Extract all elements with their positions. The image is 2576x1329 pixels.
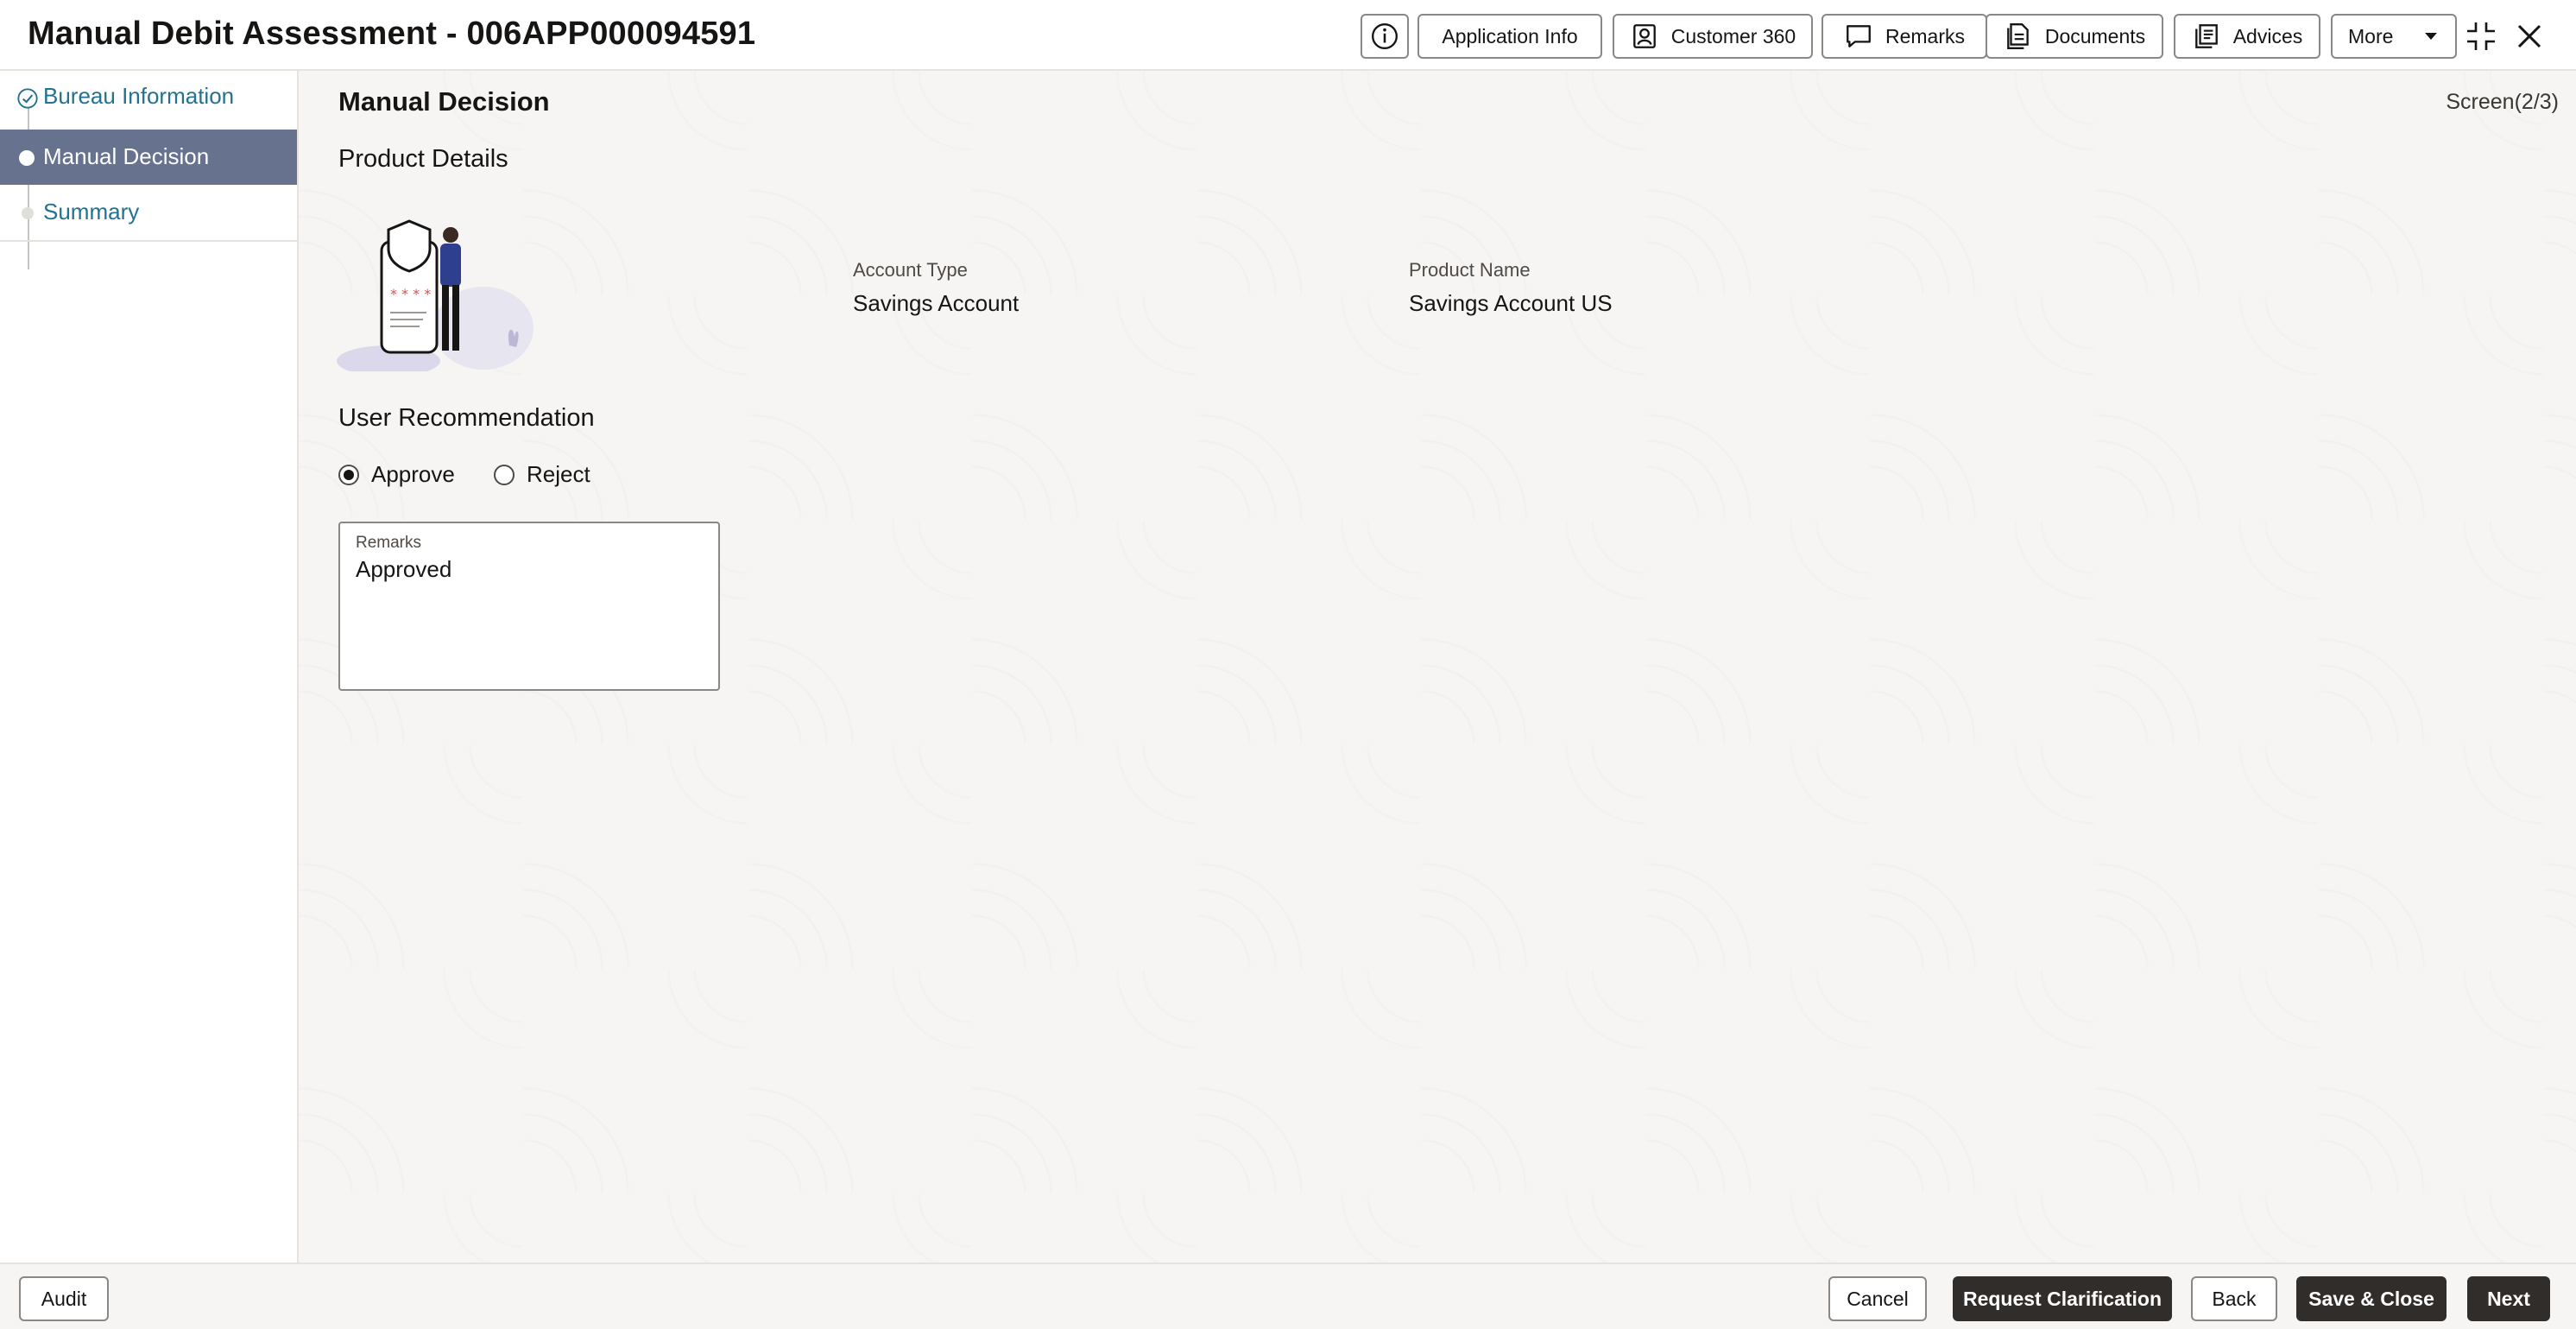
- info-button[interactable]: [1361, 14, 1409, 59]
- radio-selected-icon: [338, 464, 359, 485]
- audit-button[interactable]: Audit: [19, 1276, 109, 1321]
- approve-label: Approve: [371, 461, 455, 487]
- application-info-button[interactable]: Application Info: [1417, 14, 1602, 59]
- product-details-heading: Product Details: [338, 145, 508, 173]
- user-card-icon: [1632, 24, 1656, 48]
- header: Manual Debit Assessment - 006APP00009459…: [0, 0, 2576, 71]
- reject-label: Reject: [527, 461, 590, 487]
- remarks-button[interactable]: Remarks: [1822, 14, 1987, 59]
- customer-360-button[interactable]: Customer 360: [1613, 14, 1813, 59]
- document-icon: [2006, 23, 2029, 49]
- sidebar-item-label: Manual Decision: [43, 143, 210, 169]
- caret-down-icon: [2425, 33, 2437, 40]
- chat-bubble-icon: [1847, 25, 1871, 47]
- sidebar-divider: [0, 240, 297, 242]
- remarks-textarea[interactable]: Remarks Approved: [338, 522, 720, 691]
- reject-radio[interactable]: Reject: [494, 461, 590, 488]
- sidebar-item-label: Summary: [43, 199, 140, 225]
- user-recommendation-heading: User Recommendation: [338, 404, 595, 432]
- advices-button[interactable]: Advices: [2174, 14, 2320, 59]
- footer: Audit Cancel Request Clarification Back …: [0, 1263, 2576, 1329]
- documents-button[interactable]: Documents: [1986, 14, 2163, 59]
- documents-label: Documents: [2044, 24, 2146, 47]
- more-label: More: [2348, 24, 2394, 47]
- more-dropdown[interactable]: More: [2331, 14, 2457, 59]
- sidebar-item-label: Bureau Information: [43, 83, 235, 109]
- approve-radio[interactable]: Approve: [338, 461, 455, 488]
- sidebar-item-summary[interactable]: Summary: [0, 185, 297, 240]
- product-name-label: Product Name: [1409, 259, 1531, 281]
- section-title: Manual Decision: [338, 86, 550, 117]
- remarks-field-label: Remarks: [356, 534, 422, 552]
- check-circle-icon: [17, 88, 38, 109]
- main-content: Manual Decision Screen(2/3) Product Deta…: [299, 71, 2576, 1263]
- collapse-icon[interactable]: [2464, 19, 2498, 54]
- request-clarification-button[interactable]: Request Clarification: [1953, 1276, 2172, 1321]
- screen-indicator: Screen(2/3): [2446, 90, 2559, 114]
- sidebar: Bureau Information Manual Decision Summa…: [0, 71, 299, 1263]
- remarks-label: Remarks: [1885, 24, 1965, 47]
- radio-unselected-icon: [494, 464, 515, 485]
- customer-360-label: Customer 360: [1670, 24, 1796, 47]
- sidebar-item-manual-decision[interactable]: Manual Decision: [0, 130, 297, 185]
- advices-label: Advices: [2232, 24, 2303, 47]
- page-title: Manual Debit Assessment - 006APP00009459…: [28, 16, 756, 52]
- back-button[interactable]: Back: [2191, 1276, 2277, 1321]
- info-icon: [1372, 23, 1398, 49]
- application-info-label: Application Info: [1442, 24, 1578, 47]
- save-close-button[interactable]: Save & Close: [2296, 1276, 2447, 1321]
- product-name-value: Savings Account US: [1409, 290, 1613, 316]
- remarks-field-value[interactable]: Approved: [356, 556, 451, 583]
- sidebar-item-bureau-information[interactable]: Bureau Information: [0, 71, 297, 126]
- advices-icon: [2194, 24, 2218, 48]
- next-button[interactable]: Next: [2467, 1276, 2550, 1321]
- close-icon[interactable]: [2512, 19, 2547, 54]
- product-illustration: * * * *: [337, 219, 534, 371]
- account-type-label: Account Type: [853, 259, 968, 281]
- current-step-dot-icon: [19, 150, 35, 166]
- account-type-value: Savings Account: [853, 290, 1020, 316]
- pending-step-dot-icon: [22, 207, 34, 219]
- cancel-button[interactable]: Cancel: [1828, 1276, 1927, 1321]
- svg-text:* * * *: * * * *: [390, 286, 431, 302]
